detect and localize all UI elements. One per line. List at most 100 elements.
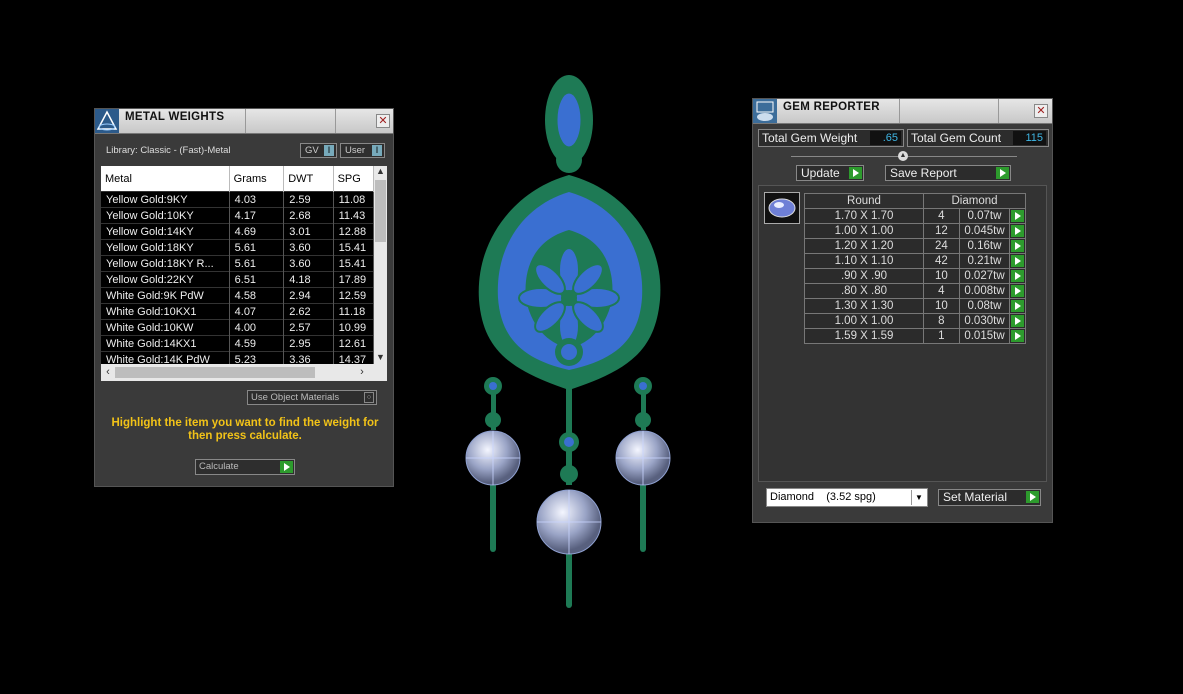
chevron-down-icon[interactable]: ▼ (911, 490, 926, 505)
use-object-materials-label: Use Object Materials (251, 392, 340, 403)
scroll-down-icon[interactable]: ▼ (374, 352, 387, 364)
size-cell: 1.00 X 1.00 (804, 313, 924, 329)
flower-center (561, 290, 577, 306)
table-row[interactable]: Yellow Gold:18KY 5.61 3.60 15.41 (101, 239, 375, 256)
metal-cell: White Gold:10KX1 (101, 303, 230, 320)
round-diamond-icon[interactable] (764, 192, 800, 224)
update-button[interactable]: Update (796, 165, 864, 181)
set-material-button[interactable]: Set Material (938, 489, 1041, 506)
table-row[interactable]: .90 X .90 10 0.027tw (804, 268, 1026, 284)
row-action-button[interactable] (1009, 298, 1026, 314)
spg-cell: 15.41 (333, 255, 375, 272)
gem-reporter-panel: GEM REPORTER ✕ Total Gem Weight .65 Tota… (752, 98, 1053, 523)
user-toggle[interactable]: User I (340, 143, 385, 158)
table-row[interactable]: 1.00 X 1.00 8 0.030tw (804, 313, 1026, 329)
close-icon[interactable]: ✕ (376, 114, 390, 128)
count-cell: 12 (923, 223, 960, 239)
row-action-button[interactable] (1009, 283, 1026, 299)
play-arrow-icon (1011, 225, 1024, 237)
gv-toggle[interactable]: GV I (300, 143, 337, 158)
collapse-arrow-icon[interactable]: ▲ (898, 151, 908, 161)
metal-weights-titlebar[interactable]: METAL WEIGHTS ✕ (95, 109, 393, 134)
weight-cell: 0.015tw (958, 328, 1011, 344)
count-cell: 24 (923, 238, 960, 254)
grams-cell: 4.58 (229, 287, 285, 304)
weight-cell: 0.045tw (958, 223, 1011, 239)
gem-reporter-titlebar[interactable]: GEM REPORTER ✕ (753, 99, 1052, 124)
dwt-cell: 2.95 (283, 335, 334, 352)
dwt-cell: 3.60 (283, 239, 334, 256)
scroll-left-icon[interactable]: ‹ (101, 364, 115, 381)
vertical-scrollbar[interactable]: ▲ ▼ (374, 166, 387, 364)
table-row[interactable]: 1.70 X 1.70 4 0.07tw (804, 208, 1026, 224)
row-action-button[interactable] (1009, 238, 1026, 254)
row-action-button[interactable] (1009, 253, 1026, 269)
gem-reporter-title: GEM REPORTER (783, 101, 880, 113)
metal-weights-panel: METAL WEIGHTS ✕ Library: Classic - (Fast… (94, 108, 394, 487)
row-action-button[interactable] (1009, 313, 1026, 329)
calculate-button[interactable]: Calculate (195, 459, 295, 475)
toggle-knob-icon: I (372, 145, 382, 156)
dwt-cell: 3.01 (283, 223, 334, 240)
side-drops (475, 370, 661, 608)
weight-cell: 0.027tw (958, 268, 1011, 284)
table-row[interactable]: 1.00 X 1.00 12 0.045tw (804, 223, 1026, 239)
dwt-cell: 2.94 (283, 287, 334, 304)
grams-cell: 6.51 (229, 271, 285, 288)
table-row[interactable]: Yellow Gold:22KY 6.51 4.18 17.89 (101, 271, 375, 288)
marquise-gem (554, 90, 584, 150)
scroll-right-icon[interactable]: › (355, 364, 369, 381)
total-gem-count-field: Total Gem Count 115 (907, 129, 1049, 147)
table-row[interactable]: 1.20 X 1.20 24 0.16tw (804, 238, 1026, 254)
count-cell: 4 (923, 208, 960, 224)
weight-cell: 0.08tw (958, 298, 1011, 314)
column-header-dwt[interactable]: DWT (283, 166, 334, 192)
row-action-button[interactable] (1009, 223, 1026, 239)
table-row[interactable]: White Gold:10KX1 4.07 2.62 11.18 (101, 303, 375, 320)
save-report-button[interactable]: Save Report (885, 165, 1011, 181)
table-row[interactable]: White Gold:9K PdW 4.58 2.94 12.59 (101, 287, 375, 304)
table-row[interactable]: Yellow Gold:18KY R... 5.61 3.60 15.41 (101, 255, 375, 272)
scroll-up-icon[interactable]: ▲ (374, 166, 387, 178)
play-arrow-icon (1011, 240, 1024, 252)
close-icon[interactable]: ✕ (1034, 104, 1048, 118)
table-row[interactable]: Yellow Gold:10KY 4.17 2.68 11.43 (101, 207, 375, 224)
column-header-spg[interactable]: SPG (333, 166, 375, 192)
table-row[interactable]: 1.30 X 1.30 10 0.08tw (804, 298, 1026, 314)
set-material-label: Set Material (943, 490, 1008, 504)
table-row[interactable]: 1.10 X 1.10 42 0.21tw (804, 253, 1026, 269)
column-header-metal[interactable]: Metal (101, 166, 230, 192)
material-select[interactable]: Diamond (3.52 spg) ▼ (766, 488, 928, 507)
column-header-grams[interactable]: Grams (229, 166, 285, 192)
play-arrow-icon (1026, 491, 1039, 503)
horizontal-scrollbar[interactable]: ‹ › (101, 364, 387, 381)
row-action-button[interactable] (1009, 328, 1026, 344)
table-row[interactable]: White Gold:14KX1 4.59 2.95 12.61 (101, 335, 375, 352)
count-cell: 10 (923, 298, 960, 314)
row-action-button[interactable] (1009, 268, 1026, 284)
gv-toggle-label: GV (305, 145, 319, 156)
row-action-button[interactable] (1009, 208, 1026, 224)
table-row[interactable]: 1.59 X 1.59 1 0.015tw (804, 328, 1026, 344)
table-row[interactable]: Yellow Gold:9KY 4.03 2.59 11.08 (101, 191, 375, 208)
weight-cell: 0.16tw (958, 238, 1011, 254)
size-cell: 1.10 X 1.10 (804, 253, 924, 269)
metal-weights-title: METAL WEIGHTS (125, 111, 225, 123)
grams-cell: 5.61 (229, 255, 285, 272)
use-object-materials-toggle[interactable]: Use Object Materials ○ (247, 390, 377, 405)
size-cell: 1.20 X 1.20 (804, 238, 924, 254)
play-arrow-icon (1011, 315, 1024, 327)
dwt-cell: 4.18 (283, 271, 334, 288)
gem-table: Round Diamond 1.70 X 1.70 4 0.07tw 1.00 X 1… (804, 193, 1026, 344)
column-header-material[interactable]: Diamond (923, 193, 1026, 209)
scroll-thumb[interactable] (375, 180, 386, 242)
spg-cell: 10.99 (333, 319, 375, 336)
metal-cell: White Gold:14KX1 (101, 335, 230, 352)
column-header-shape[interactable]: Round (804, 193, 924, 209)
table-row[interactable]: Yellow Gold:14KY 4.69 3.01 12.88 (101, 223, 375, 240)
table-row[interactable]: White Gold:10KW 4.00 2.57 10.99 (101, 319, 375, 336)
total-gem-weight-field: Total Gem Weight .65 (758, 129, 904, 147)
hscroll-thumb[interactable] (115, 367, 315, 378)
grams-cell: 4.59 (229, 335, 285, 352)
table-row[interactable]: .80 X .80 4 0.008tw (804, 283, 1026, 299)
